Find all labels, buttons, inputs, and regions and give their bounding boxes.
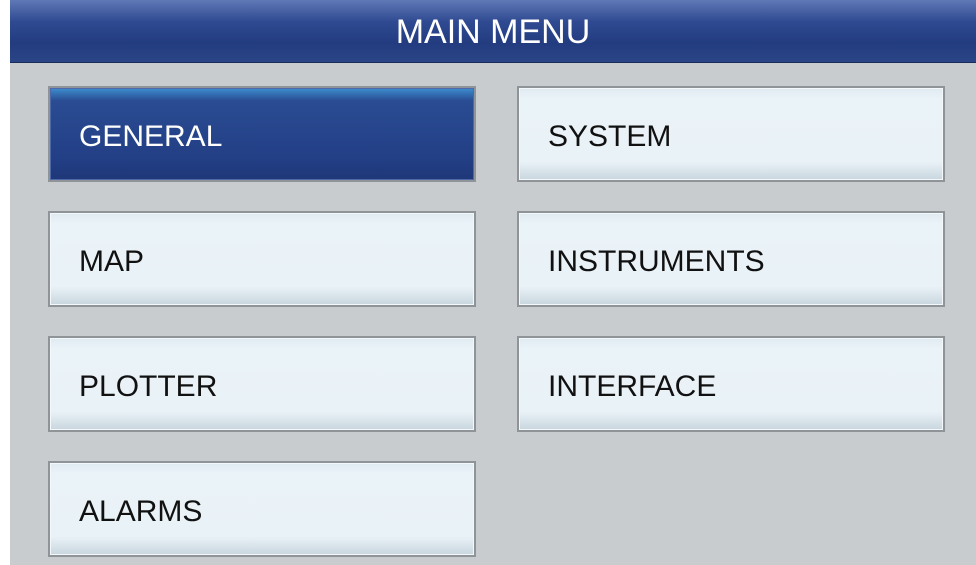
system-button-label: SYSTEM	[548, 120, 672, 153]
alarms-button-label: ALARMS	[79, 495, 203, 528]
interface-button[interactable]: INTERFACE	[517, 336, 945, 432]
general-button-label: GENERAL	[79, 120, 223, 153]
plotter-button[interactable]: PLOTTER	[48, 336, 476, 432]
map-button[interactable]: MAP	[48, 211, 476, 307]
page-title: MAIN MENU	[395, 13, 591, 51]
alarms-button[interactable]: ALARMS	[48, 461, 476, 557]
interface-button-label: INTERFACE	[548, 370, 717, 403]
instruments-button-label: INSTRUMENTS	[548, 245, 765, 278]
general-button[interactable]: GENERAL	[48, 86, 476, 182]
plotter-button-label: PLOTTER	[79, 370, 218, 403]
instruments-button[interactable]: INSTRUMENTS	[517, 211, 945, 307]
title-bar: MAIN MENU	[10, 0, 976, 63]
map-button-label: MAP	[79, 245, 145, 278]
system-button[interactable]: SYSTEM	[517, 86, 945, 182]
main-menu-screen: MAIN MENU GENERAL SYSTEM MAP INSTRUMENTS…	[10, 0, 976, 565]
